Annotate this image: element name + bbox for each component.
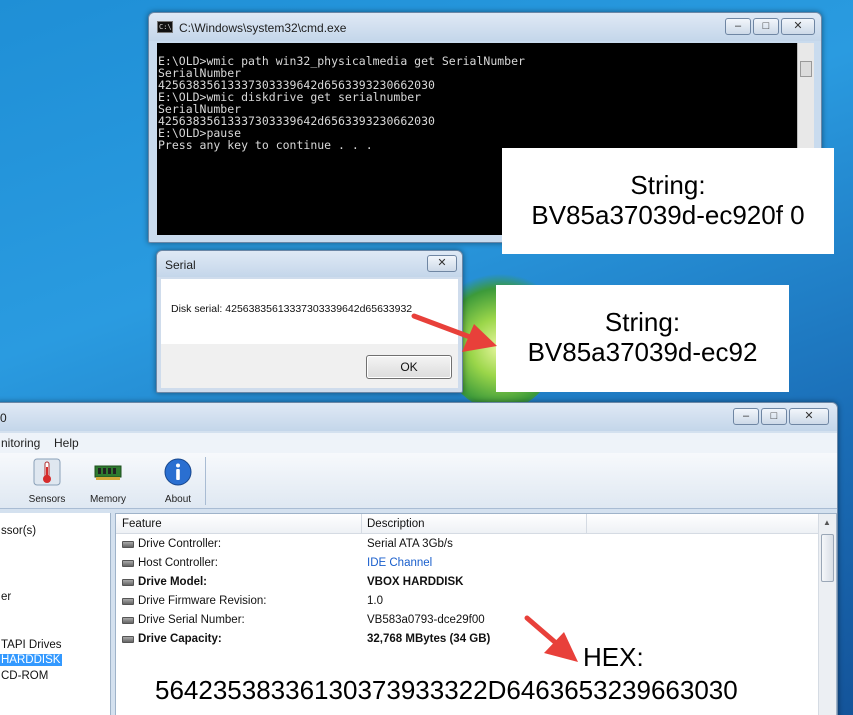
drive-icon	[122, 579, 134, 586]
description-cell: 32,768 MBytes (34 GB)	[367, 633, 491, 645]
description-cell: 1.0	[367, 595, 383, 607]
string-callout-top: String: BV85a37039d-ec920f 0	[502, 148, 834, 254]
callout-top-line1: String:	[630, 170, 706, 200]
drive-icon	[122, 617, 134, 624]
drive-icon	[122, 560, 134, 567]
disk-info-titlebar[interactable]: 0 – □ ✕	[0, 403, 837, 431]
grid-scrollbar[interactable]: ▲	[818, 514, 836, 715]
serial-dialog-message: Disk serial: 42563835613337303339642d656…	[171, 303, 413, 315]
menu-item-help[interactable]: Help	[54, 436, 79, 450]
device-tree[interactable]: ssor(s) er TAPI Drives HARDDISK CD-ROM	[0, 513, 111, 715]
callout-mid-line1: String:	[604, 307, 681, 337]
toolbar-separator	[205, 457, 206, 505]
menu-item-monitoring[interactable]: nitoring	[1, 436, 40, 450]
drive-icon	[122, 541, 134, 548]
app-maximize-button[interactable]: □	[761, 408, 787, 425]
tree-item-atapi-drives[interactable]: TAPI Drives	[1, 639, 62, 651]
feature-cell: Drive Firmware Revision:	[138, 595, 267, 607]
feature-cell: Drive Serial Number:	[138, 614, 245, 626]
table-row[interactable]: Drive Serial Number: VB583a0793-dce29f00	[116, 611, 818, 630]
app-minimize-button[interactable]: –	[733, 408, 759, 425]
table-row[interactable]: Drive Model: VBOX HARDDISK	[116, 573, 818, 592]
serial-dialog-titlebar[interactable]: Serial ✕	[157, 251, 462, 277]
serial-dialog-title: Serial	[165, 258, 196, 272]
tree-item-controller[interactable]: er	[1, 591, 11, 603]
menu-bar: nitoring Help	[0, 433, 837, 453]
thermometer-icon	[33, 458, 61, 486]
cmd-scroll-thumb[interactable]	[800, 61, 812, 77]
callout-top-line2: BV85a37039d-ec920f 0	[531, 200, 805, 230]
hex-label: HEX:	[583, 642, 644, 672]
toolbar-about-label: About	[164, 494, 192, 505]
table-row[interactable]: Drive Controller: Serial ATA 3Gb/s	[116, 535, 818, 554]
toolbar-sensors-button[interactable]: Sensors	[17, 457, 77, 505]
table-row[interactable]: Drive Capacity: 32,768 MBytes (34 GB)	[116, 630, 818, 649]
serial-dialog-close-button[interactable]: ✕	[427, 255, 457, 272]
drive-icon	[122, 636, 134, 643]
feature-cell: Drive Controller:	[138, 538, 222, 550]
table-row[interactable]: Drive Firmware Revision: 1.0	[116, 592, 818, 611]
description-cell: Serial ATA 3Gb/s	[367, 538, 453, 550]
scroll-up-icon[interactable]: ▲	[823, 518, 831, 527]
memory-chip-icon	[94, 465, 122, 480]
feature-cell: Drive Capacity:	[138, 633, 222, 645]
tree-item-harddisk[interactable]: HARDDISK	[0, 654, 63, 666]
cmd-maximize-button[interactable]: □	[753, 18, 779, 35]
cmd-line: E:\OLD>wmic diskdrive get serialnumber	[158, 90, 422, 104]
cmd-icon: C:\	[157, 21, 173, 33]
tree-item-processors[interactable]: ssor(s)	[1, 525, 36, 537]
description-cell: VB583a0793-dce29f00	[367, 614, 485, 626]
table-row[interactable]: Host Controller: IDE Channel	[116, 554, 818, 573]
callout-mid-line2: BV85a37039d-ec92	[527, 337, 758, 367]
info-icon	[164, 458, 192, 486]
cmd-minimize-button[interactable]: –	[725, 18, 751, 35]
hex-value: 56423538336130373933322D6463653239663030	[155, 675, 738, 705]
cmd-titlebar[interactable]: C:\ C:\Windows\system32\cmd.exe – □ ✕	[149, 13, 821, 41]
cmd-close-button[interactable]: ✕	[781, 18, 815, 35]
cmd-line: 42563835613337303339642d6563393230662030	[158, 114, 435, 128]
grid-scroll-thumb[interactable]	[821, 534, 834, 582]
grid-header: Feature Description	[116, 514, 818, 534]
serial-dialog-body: Disk serial: 42563835613337303339642d656…	[161, 279, 458, 388]
toolbar: Sensors Memory About	[0, 453, 837, 509]
serial-dialog: Serial ✕ Disk serial: 425638356133373033…	[156, 250, 463, 393]
disk-info-title: 0	[0, 411, 7, 425]
toolbar-memory-button[interactable]: Memory	[78, 457, 138, 505]
feature-cell: Host Controller:	[138, 557, 218, 569]
column-divider[interactable]	[586, 514, 587, 534]
app-close-button[interactable]: ✕	[789, 408, 829, 425]
column-divider[interactable]	[361, 514, 362, 534]
tree-item-cd-rom[interactable]: CD-ROM	[1, 670, 48, 682]
toolbar-about-button[interactable]: About	[148, 457, 208, 505]
disk-info-window: 0 – □ ✕ nitoring Help Sensors Memory Abo…	[0, 402, 838, 715]
description-link[interactable]: IDE Channel	[367, 557, 432, 569]
toolbar-memory-label: Memory	[89, 494, 127, 505]
string-callout-middle: String: BV85a37039d-ec92	[496, 285, 789, 392]
description-cell: VBOX HARDDISK	[367, 576, 464, 588]
cmd-title: C:\Windows\system32\cmd.exe	[179, 21, 347, 35]
serial-dialog-content: Disk serial: 42563835613337303339642d656…	[161, 279, 458, 344]
cmd-line: E:\OLD>wmic path win32_physicalmedia get…	[158, 54, 525, 68]
feature-cell: Drive Model:	[138, 576, 208, 588]
drive-icon	[122, 598, 134, 605]
ok-button[interactable]: OK	[366, 355, 452, 379]
column-feature[interactable]: Feature	[122, 518, 162, 530]
toolbar-sensors-label: Sensors	[28, 494, 66, 505]
column-description[interactable]: Description	[367, 518, 425, 530]
